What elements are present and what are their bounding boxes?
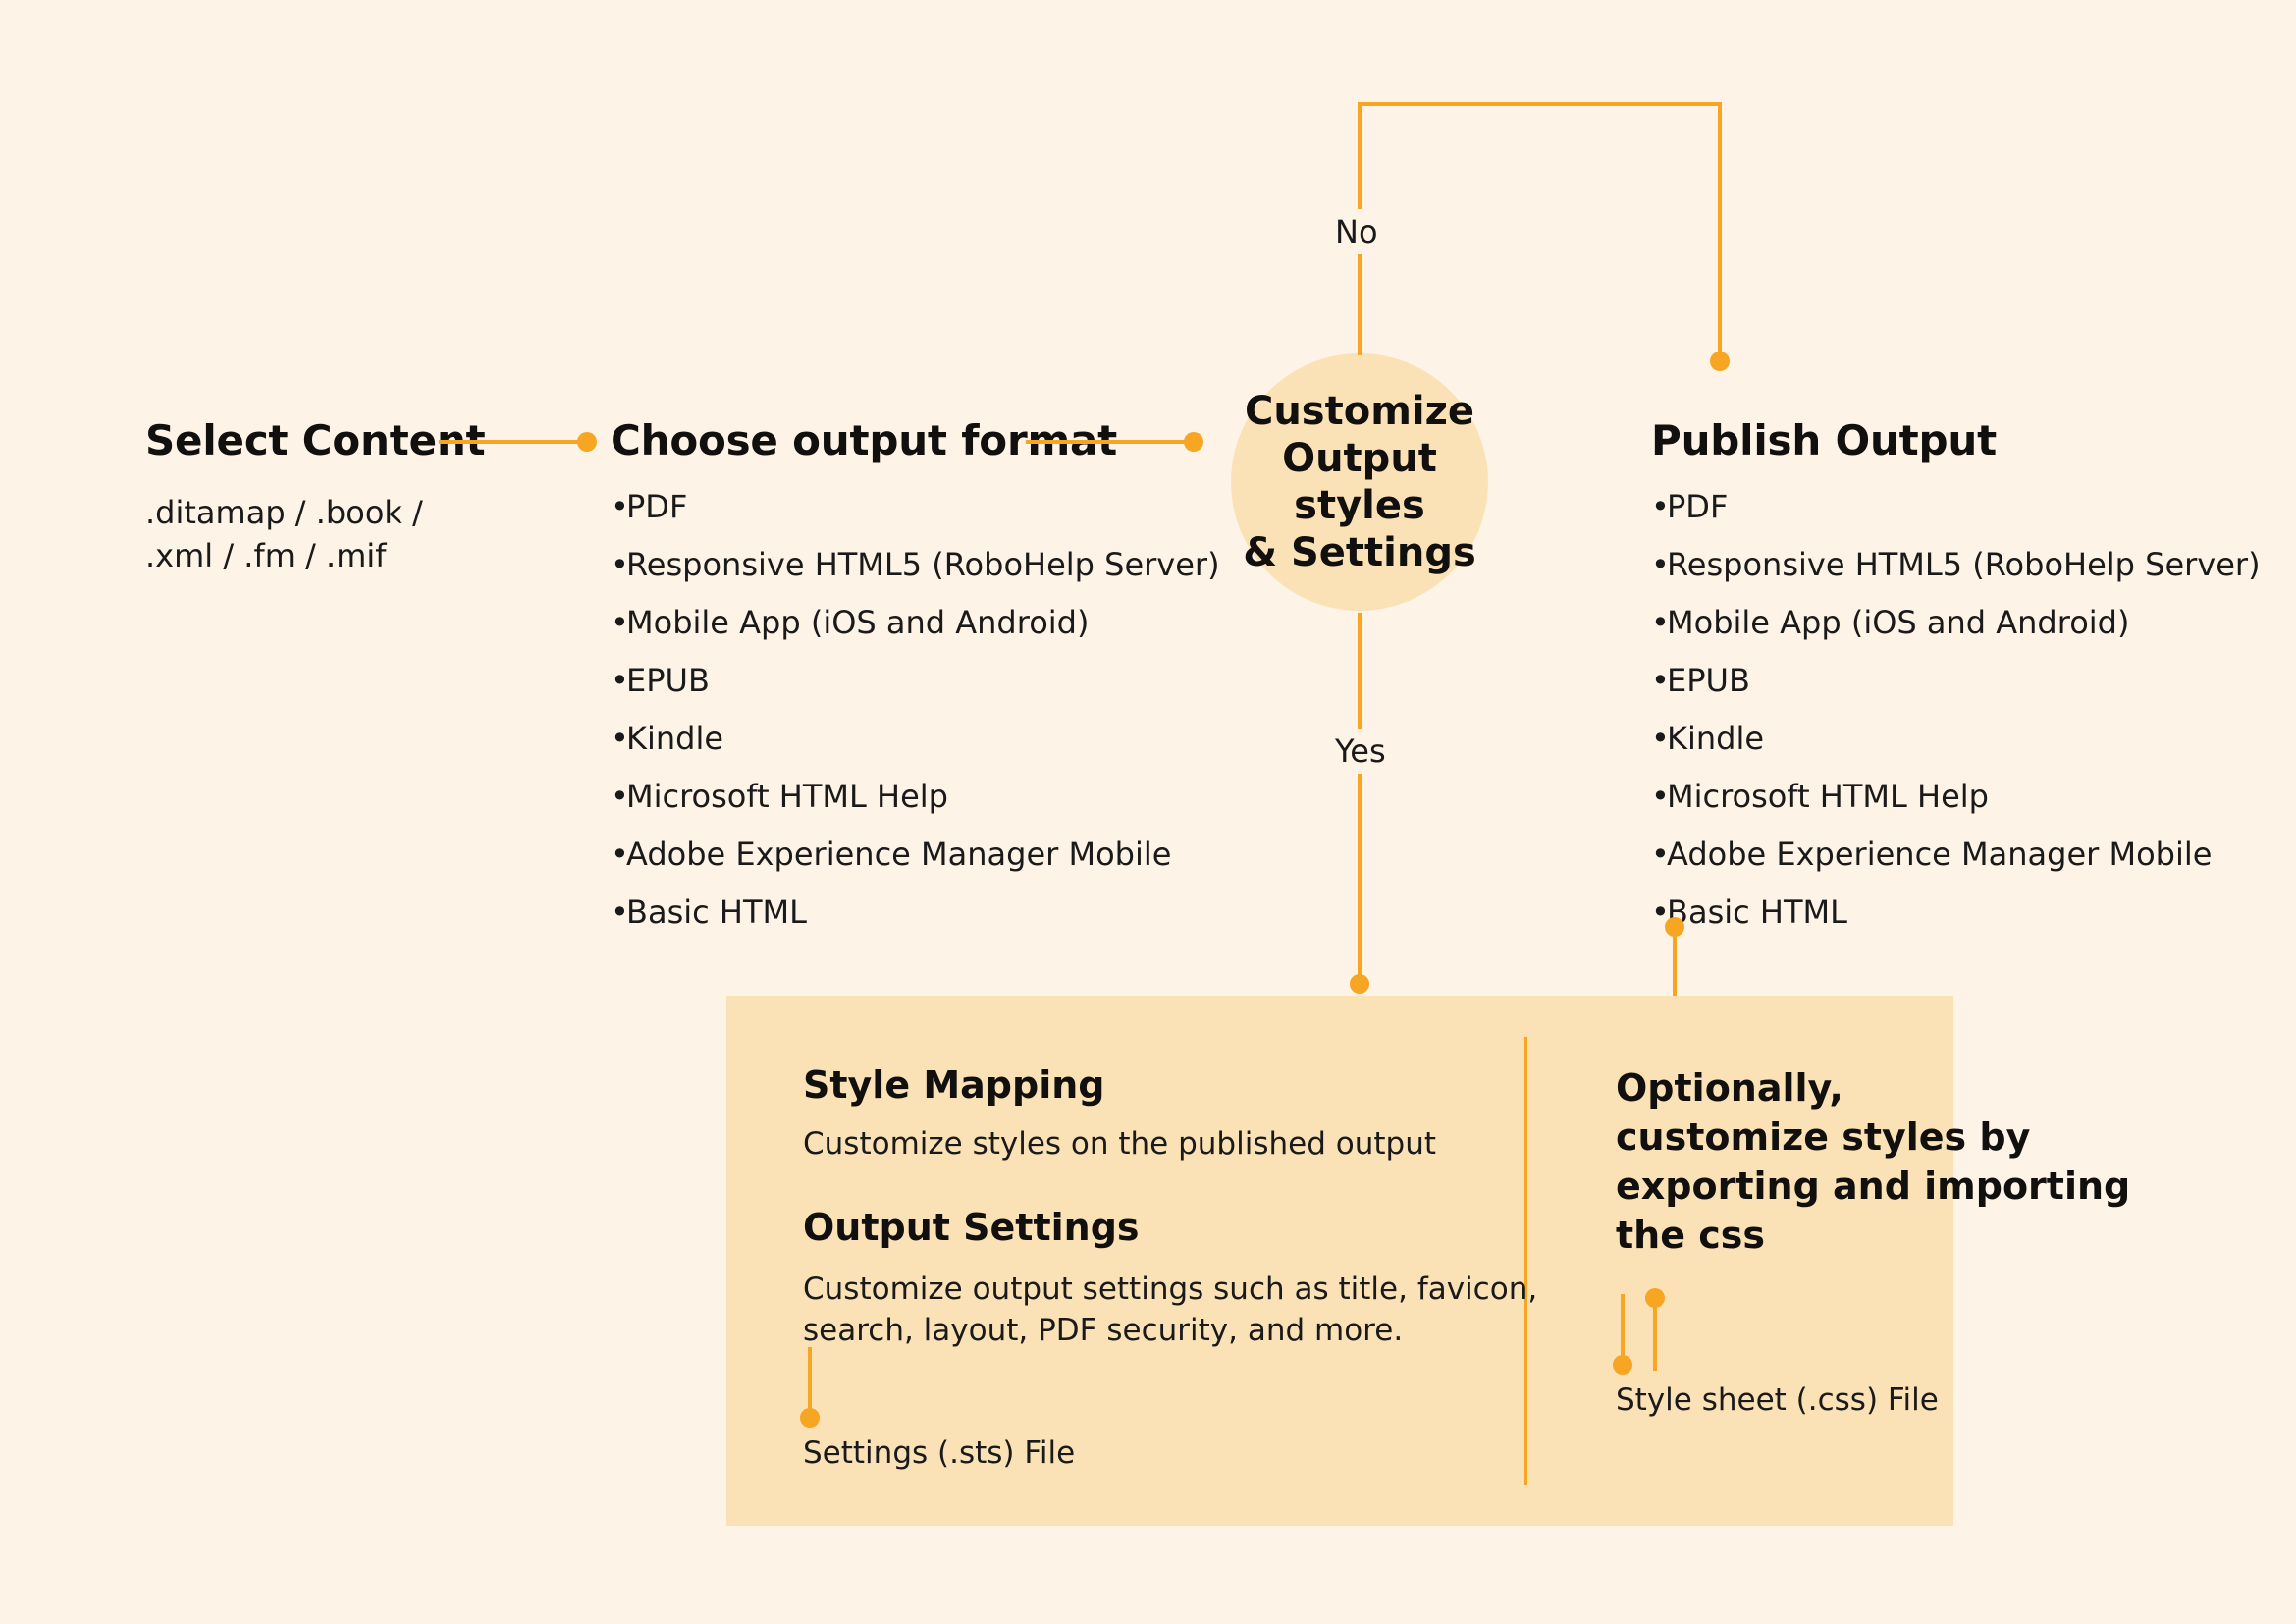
- decision-node-label: Customize Output styles & Settings: [1243, 389, 1476, 575]
- select-content-title: Select Content: [145, 416, 486, 464]
- settings-file-dot: [800, 1408, 820, 1428]
- bullet-icon: •: [611, 604, 629, 641]
- connector-select-to-choose: [439, 440, 586, 444]
- branch-label-no: No: [1325, 209, 1388, 254]
- list-item: •Microsoft HTML Help: [611, 778, 948, 815]
- bullet-icon: •: [1651, 720, 1670, 757]
- bullet-icon: •: [611, 720, 629, 757]
- settings-file-label: Settings (.sts) File: [803, 1435, 1076, 1471]
- css-file-dot-bottom: [1613, 1355, 1632, 1375]
- list-item: •Kindle: [1651, 720, 1765, 757]
- output-settings-body: Customize output settings such as title,…: [803, 1272, 1538, 1348]
- branch-label-yes: Yes: [1325, 729, 1396, 774]
- style-mapping-heading: Style Mapping: [803, 1063, 1105, 1107]
- bullet-icon: •: [611, 778, 629, 815]
- bullet-icon: •: [1651, 778, 1670, 815]
- publish-output-list: •PDF •Responsive HTML5 (RoboHelp Server)…: [1651, 491, 2261, 954]
- list-item: •Kindle: [611, 720, 724, 757]
- list-item: •EPUB: [1651, 662, 1750, 699]
- no-branch-dot: [1710, 352, 1730, 371]
- list-item: •Mobile App (iOS and Android): [1651, 604, 2130, 641]
- list-item: •Adobe Experience Manager Mobile: [611, 836, 1172, 873]
- yes-branch-vertical: [1358, 613, 1362, 982]
- list-item: •Microsoft HTML Help: [1651, 778, 1989, 815]
- connector-choose-to-decision: [1026, 440, 1198, 444]
- style-mapping-body: Customize styles on the published output: [803, 1126, 1436, 1162]
- list-item: •PDF: [611, 488, 688, 525]
- list-item: •EPUB: [611, 662, 710, 699]
- bullet-icon: •: [611, 893, 629, 931]
- bullet-icon: •: [611, 488, 629, 525]
- connector-dot-choose-format: [577, 432, 597, 452]
- list-item: •Adobe Experience Manager Mobile: [1651, 836, 2213, 873]
- no-branch-horizontal: [1358, 102, 1722, 106]
- list-item: •Basic HTML: [611, 893, 807, 931]
- list-item: •PDF: [1651, 488, 1729, 525]
- bullet-icon: •: [1651, 604, 1670, 641]
- list-item: •Mobile App (iOS and Android): [611, 604, 1090, 641]
- bullet-icon: •: [611, 546, 629, 583]
- bullet-icon: •: [1651, 836, 1670, 873]
- list-item: •Responsive HTML5 (RoboHelp Server): [1651, 546, 2261, 583]
- choose-output-format-list: •PDF •Responsive HTML5 (RoboHelp Server)…: [611, 491, 1220, 954]
- bullet-icon: •: [611, 836, 629, 873]
- bullet-icon: •: [1651, 662, 1670, 699]
- bullet-icon: •: [1651, 546, 1670, 583]
- publish-to-panel-vertical: [1673, 927, 1677, 998]
- list-item: •Basic HTML: [1651, 893, 1847, 931]
- bullet-icon: •: [1651, 488, 1670, 525]
- select-content-formats: .ditamap / .book / .xml / .fm / .mif: [145, 494, 423, 575]
- output-settings-heading: Output Settings: [803, 1206, 1140, 1249]
- publish-output-title: Publish Output: [1651, 416, 1997, 464]
- css-file-label: Style sheet (.css) File: [1616, 1382, 1939, 1418]
- diagram-canvas: Select Content .ditamap / .book / .xml /…: [0, 0, 2296, 1624]
- no-branch-vertical-down: [1718, 102, 1722, 359]
- yes-branch-dot: [1350, 974, 1369, 994]
- panel-vertical-divider: [1524, 1037, 1527, 1485]
- list-item: •Responsive HTML5 (RoboHelp Server): [611, 546, 1220, 583]
- css-file-connector-right: [1653, 1298, 1657, 1371]
- bullet-icon: •: [611, 662, 629, 699]
- decision-node: Customize Output styles & Settings: [1231, 353, 1488, 611]
- optionally-customize-heading: Optionally, customize styles by exportin…: [1616, 1066, 2131, 1258]
- connector-dot-decision: [1184, 432, 1203, 452]
